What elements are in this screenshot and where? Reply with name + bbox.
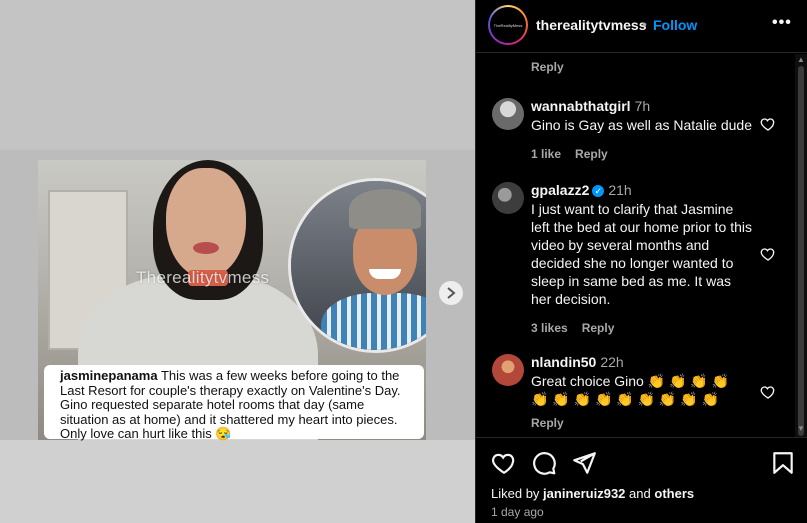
- post-media[interactable]: Therealitytvmess jasminepanama This was …: [0, 0, 475, 523]
- likes-summary: Liked by janineruiz932 and others: [491, 486, 694, 501]
- heart-icon[interactable]: [760, 384, 776, 400]
- bookmark-icon[interactable]: [770, 450, 796, 476]
- verified-badge-icon: ✓: [592, 185, 605, 197]
- avatar[interactable]: [492, 182, 524, 214]
- liked-and: and: [629, 486, 651, 501]
- avatar[interactable]: TheRealityMess: [488, 5, 528, 45]
- inset-photo: [288, 178, 426, 353]
- watermark-text: Therealitytvmess: [136, 268, 270, 287]
- comment-time: 22h: [600, 354, 624, 370]
- reply-button[interactable]: Reply: [531, 416, 564, 430]
- liked-user[interactable]: janineruiz932: [543, 486, 625, 501]
- comments-scrollbar[interactable]: ▲ ▼: [795, 54, 807, 437]
- post-header: TheRealityMess therealitytvmess • Follow…: [476, 0, 807, 53]
- reply-button[interactable]: Reply: [582, 321, 615, 335]
- avatar-label: TheRealityMess: [493, 22, 523, 28]
- post-actions: Liked by janineruiz932 and others 1 day …: [476, 437, 807, 523]
- comment-likes[interactable]: 1 like: [531, 147, 561, 161]
- share-icon[interactable]: [571, 450, 597, 476]
- more-options-icon[interactable]: •••: [772, 14, 792, 32]
- follow-button[interactable]: Follow: [653, 17, 697, 33]
- avatar[interactable]: [492, 98, 524, 130]
- comment-list: Reply wannabthatgirl 7h Gino is Gay as we…: [476, 54, 807, 437]
- caption-box: jasminepanama This was a few weeks befor…: [44, 365, 424, 441]
- liked-others[interactable]: others: [654, 486, 694, 501]
- comment-text: I just want to clarify that Jasmine left…: [531, 201, 753, 307]
- avatar[interactable]: [492, 354, 524, 386]
- comment-username[interactable]: gpalazz2: [531, 182, 589, 198]
- liked-prefix: Liked by: [491, 486, 540, 501]
- caption-username: jasminepanama: [60, 368, 158, 383]
- chevron-right-icon[interactable]: [439, 281, 463, 305]
- heart-icon[interactable]: [760, 246, 776, 262]
- comment-time: 21h: [608, 182, 632, 198]
- reply-button[interactable]: Reply: [575, 147, 608, 161]
- comment-likes[interactable]: 3 likes: [531, 321, 568, 335]
- scroll-thumb[interactable]: [798, 66, 804, 436]
- scroll-down-icon[interactable]: ▼: [797, 424, 805, 433]
- separator-dot: •: [642, 16, 647, 32]
- comment-username[interactable]: nlandin50: [531, 354, 596, 370]
- like-heart-icon[interactable]: [491, 450, 517, 476]
- scroll-up-icon[interactable]: ▲: [797, 55, 805, 64]
- header-username[interactable]: therealitytvmess: [536, 17, 647, 33]
- comment-text: Great choice Gino 👏 👏 👏 👏 👏 👏 👏 👏 👏 👏 👏 …: [531, 373, 730, 407]
- reply-button[interactable]: Reply: [531, 60, 564, 74]
- comment-username[interactable]: wannabthatgirl: [531, 98, 631, 114]
- comments-panel: TheRealityMess therealitytvmess • Follow…: [475, 0, 807, 523]
- comment-icon[interactable]: [531, 450, 557, 476]
- comment-time: 7h: [634, 98, 651, 114]
- comment-text: Gino is Gay as well as Natalie dude: [531, 117, 752, 133]
- heart-icon[interactable]: [760, 116, 776, 132]
- post-date: 1 day ago: [491, 505, 544, 519]
